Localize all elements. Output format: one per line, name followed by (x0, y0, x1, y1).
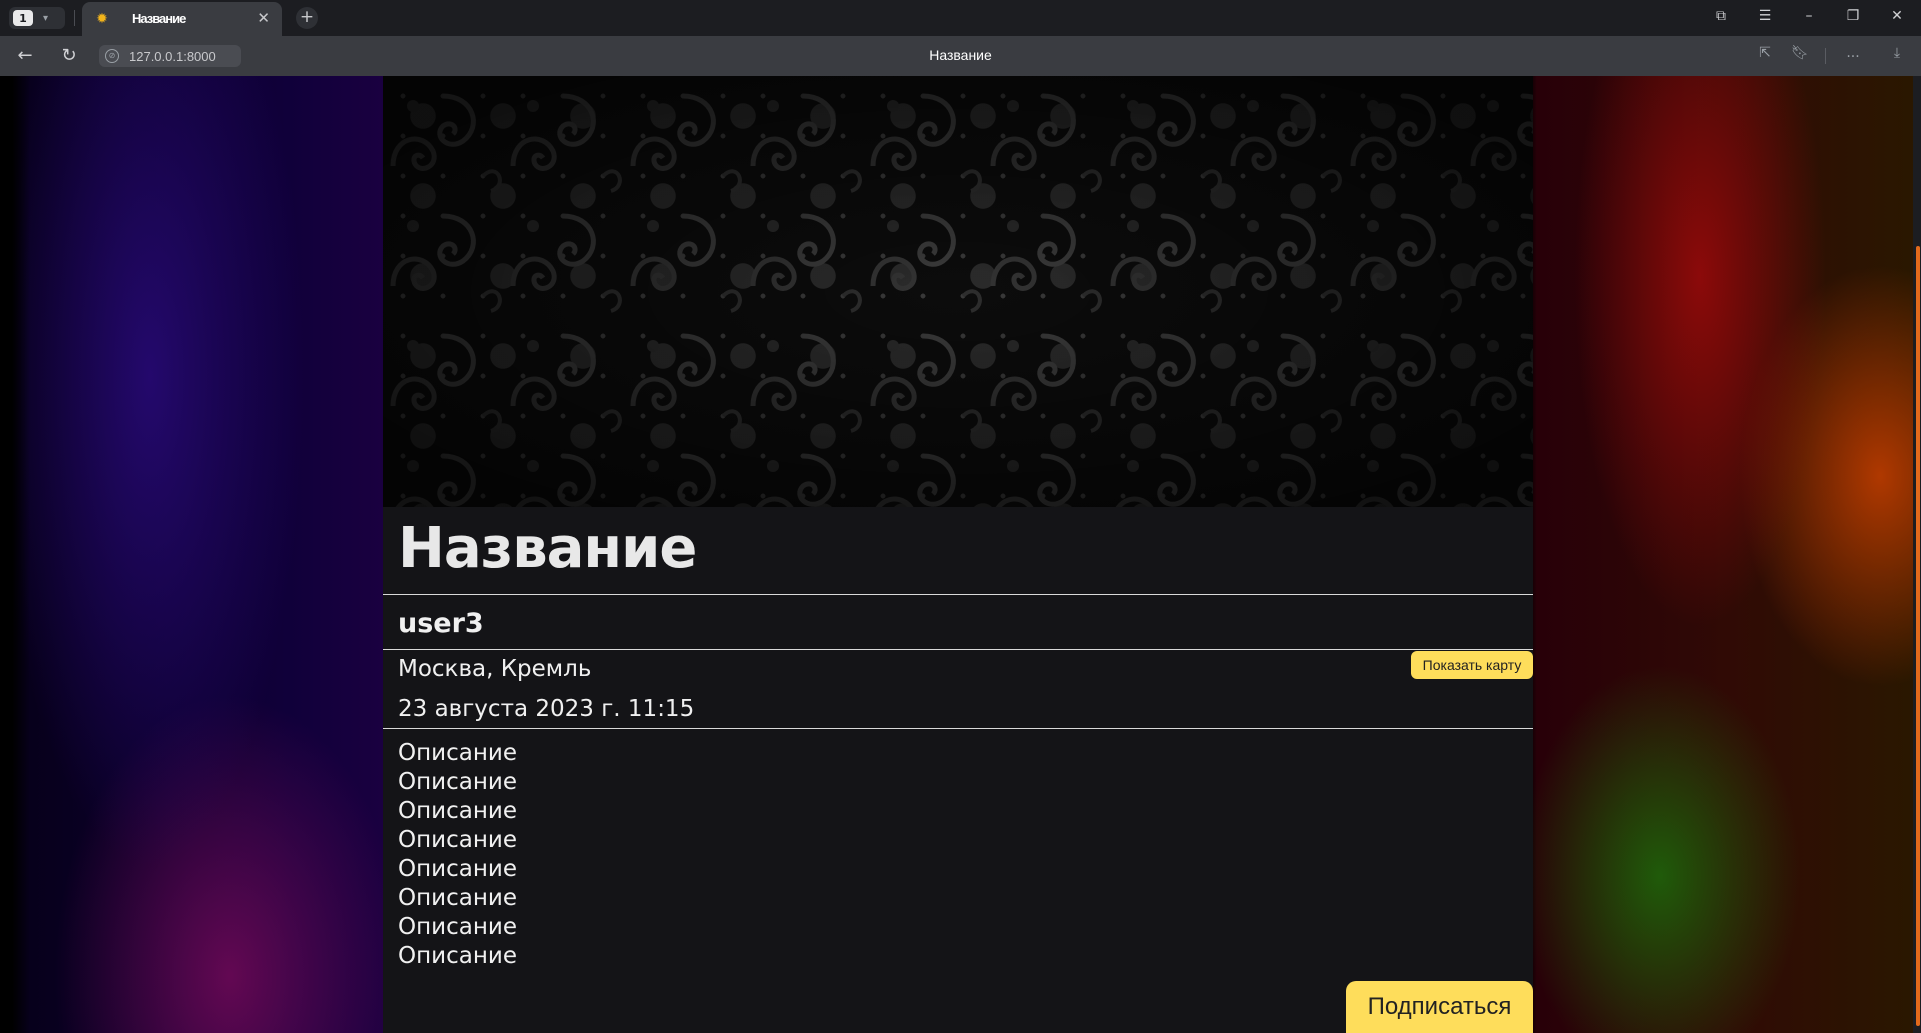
address-bar-divider (1825, 48, 1826, 64)
description-line: Описание (398, 827, 517, 853)
active-tab[interactable]: ✹ Название ✕ (82, 2, 282, 36)
more-button[interactable]: ... (1842, 45, 1864, 61)
page-title: Название (929, 47, 992, 63)
window-close-icon[interactable]: ✕ (1884, 8, 1910, 24)
tab-counter-button[interactable]: 1 ▾ (9, 7, 65, 29)
site-info-icon[interactable]: ⊘ (105, 49, 119, 63)
post-title: Название (398, 516, 697, 581)
url-field[interactable]: ⊘ 127.0.0.1:8000 (99, 45, 241, 67)
subscribe-button[interactable]: Подписаться (1346, 981, 1533, 1033)
browser-tab-bar: 1 ▾ ✹ Название ✕ + ⧉ ☰ – ❐ ✕ (0, 0, 1921, 36)
description-line: Описание (398, 885, 517, 911)
post-description: Описание Описание Описание Описание Опис… (398, 739, 517, 971)
divider (383, 649, 1533, 650)
scrollbar-thumb[interactable] (1916, 246, 1920, 1026)
chevron-down-icon: ▾ (43, 12, 49, 24)
close-icon[interactable]: ✕ (257, 9, 270, 27)
bookmark-icon[interactable]: 🔖︎ (1789, 45, 1811, 61)
url-text: 127.0.0.1:8000 (129, 48, 216, 64)
tab-title: Название (132, 11, 186, 26)
tab-divider (74, 10, 75, 26)
maximize-icon[interactable]: ❐ (1840, 8, 1866, 24)
tab-count: 1 (13, 10, 33, 26)
scrollbar[interactable] (1913, 76, 1921, 1033)
description-line: Описание (398, 798, 517, 824)
new-tab-button[interactable]: + (296, 7, 318, 29)
divider (383, 594, 1533, 595)
page-viewport: Название user3 Москва, Кремль Показать к… (0, 76, 1921, 1033)
download-icon[interactable]: ⤓ (1886, 45, 1908, 61)
divider (383, 728, 1533, 729)
background-edge (0, 76, 30, 1033)
menu-icon[interactable]: ☰ (1752, 8, 1778, 24)
post-banner-image (383, 76, 1533, 507)
description-line: Описание (398, 914, 517, 940)
description-line: Описание (398, 943, 517, 969)
description-line: Описание (398, 856, 517, 882)
show-map-button[interactable]: Показать карту (1411, 651, 1533, 679)
post-datetime: 23 августа 2023 г. 11:15 (398, 696, 695, 722)
post-location: Москва, Кремль (398, 656, 592, 682)
post-card: Название user3 Москва, Кремль Показать к… (383, 76, 1533, 1033)
damask-pattern (383, 76, 1533, 507)
collections-icon[interactable]: ⧉ (1708, 8, 1734, 24)
browser-address-bar: ← ↻ ⊘ 127.0.0.1:8000 Название ⇱ 🔖︎ ... ⤓ (0, 36, 1921, 76)
share-icon[interactable]: ⇱ (1754, 45, 1776, 61)
tab-favicon-icon: ✹ (96, 11, 108, 27)
post-author[interactable]: user3 (398, 608, 484, 639)
back-icon[interactable]: ← (12, 44, 38, 68)
description-line: Описание (398, 740, 517, 766)
reload-icon[interactable]: ↻ (56, 44, 82, 68)
description-line: Описание (398, 769, 517, 795)
minimize-icon[interactable]: – (1796, 8, 1822, 24)
